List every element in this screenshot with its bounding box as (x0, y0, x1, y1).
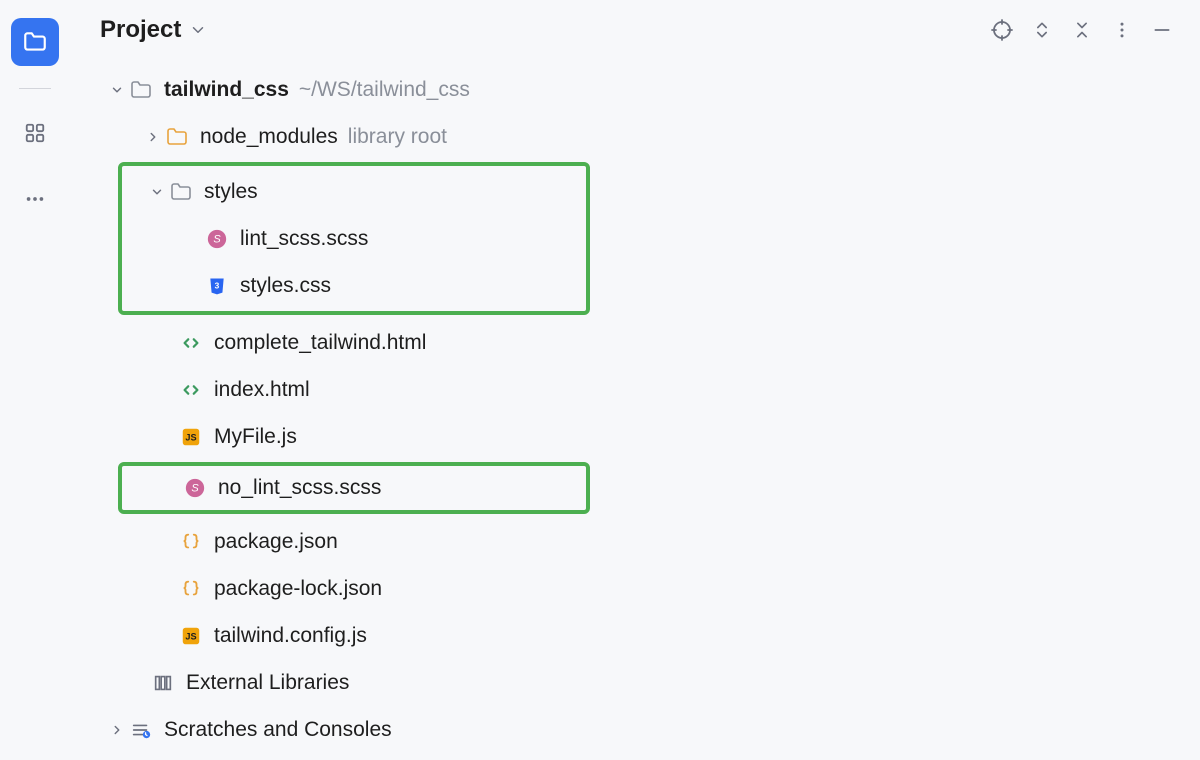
panel-title[interactable]: Project (100, 16, 181, 44)
js-file-icon: JS (178, 424, 204, 450)
tree-node-complete-tailwind[interactable]: complete_tailwind.html (78, 319, 1192, 366)
ellipsis-icon (24, 188, 46, 210)
tree-node-label: node_modules (200, 125, 338, 149)
tree-node-hint: library root (348, 125, 447, 149)
select-opened-file-button[interactable] (984, 12, 1020, 48)
tree-node-styles-folder[interactable]: styles (122, 168, 586, 215)
tree-node-styles-css[interactable]: 3 styles.css (122, 262, 586, 309)
library-folder-icon (164, 124, 190, 150)
rail-separator (19, 88, 51, 89)
tree-node-label: MyFile.js (214, 425, 297, 449)
svg-text:S: S (213, 233, 221, 245)
tree-node-label: styles.css (240, 274, 331, 298)
crosshair-icon (990, 18, 1014, 42)
json-file-icon (178, 576, 204, 602)
hide-panel-button[interactable] (1144, 12, 1180, 48)
folder-icon (128, 77, 154, 103)
collapse-all-button[interactable] (1064, 12, 1100, 48)
highlight-box-no-lint: S no_lint_scss.scss (118, 462, 590, 514)
panel-options-button[interactable] (1104, 12, 1140, 48)
chevron-down-icon[interactable] (106, 83, 128, 97)
chevron-down-icon[interactable] (146, 185, 168, 199)
tree-node-label: tailwind_css (164, 78, 289, 102)
collapse-icon (1072, 20, 1092, 40)
more-tools-button[interactable] (11, 175, 59, 223)
kebab-icon (1112, 20, 1132, 40)
js-file-icon: JS (178, 623, 204, 649)
tree-root-node[interactable]: tailwind_css ~/WS/tailwind_css (78, 66, 1192, 113)
project-tool-button[interactable] (11, 18, 59, 66)
tree-node-label: Scratches and Consoles (164, 718, 392, 742)
tree-node-label: package.json (214, 530, 338, 554)
grid-icon (24, 122, 46, 144)
highlight-box-styles: styles S lint_scss.scss 3 styles.css (118, 162, 590, 315)
tree-node-label: External Libraries (186, 671, 349, 695)
project-tree[interactable]: tailwind_css ~/WS/tailwind_css node_modu… (70, 60, 1200, 753)
tree-node-myfile-js[interactable]: JS MyFile.js (78, 413, 1192, 460)
scratches-icon (128, 717, 154, 743)
chevron-right-icon[interactable] (106, 723, 128, 737)
tree-node-tailwind-config[interactable]: JS tailwind.config.js (78, 612, 1192, 659)
chevron-down-icon[interactable] (189, 21, 207, 39)
tree-node-lint-scss[interactable]: S lint_scss.scss (122, 215, 586, 262)
minimize-icon (1152, 20, 1172, 40)
scss-file-icon: S (204, 226, 230, 252)
tree-node-label: lint_scss.scss (240, 227, 368, 251)
panel-header: Project (70, 0, 1200, 60)
json-file-icon (178, 529, 204, 555)
tree-node-no-lint-scss[interactable]: S no_lint_scss.scss (122, 466, 586, 510)
tree-node-label: tailwind.config.js (214, 624, 367, 648)
svg-text:3: 3 (215, 280, 220, 290)
svg-text:JS: JS (185, 432, 196, 442)
tree-node-label: complete_tailwind.html (214, 331, 426, 355)
scss-file-icon: S (182, 475, 208, 501)
tree-node-label: styles (204, 180, 258, 204)
folder-icon (22, 29, 48, 55)
tree-node-label: no_lint_scss.scss (218, 476, 381, 500)
chevron-right-icon[interactable] (142, 130, 164, 144)
svg-text:S: S (191, 483, 199, 495)
html-file-icon (178, 330, 204, 356)
tool-rail (0, 0, 70, 760)
folder-icon (168, 179, 194, 205)
tree-node-scratches[interactable]: Scratches and Consoles (78, 706, 1192, 753)
structure-tool-button[interactable] (11, 109, 59, 157)
library-icon (150, 670, 176, 696)
tree-node-node_modules[interactable]: node_modules library root (78, 113, 1192, 160)
svg-text:JS: JS (185, 631, 196, 641)
expand-collapse-icon (1032, 20, 1052, 40)
html-file-icon (178, 377, 204, 403)
tree-node-label: index.html (214, 378, 310, 402)
tree-node-index-html[interactable]: index.html (78, 366, 1192, 413)
expand-all-button[interactable] (1024, 12, 1060, 48)
css-file-icon: 3 (204, 273, 230, 299)
tree-node-external-libraries[interactable]: External Libraries (78, 659, 1192, 706)
tree-node-label: package-lock.json (214, 577, 382, 601)
tree-node-package-json[interactable]: package.json (78, 518, 1192, 565)
project-panel: Project (70, 0, 1200, 760)
tree-node-hint: ~/WS/tailwind_css (299, 78, 470, 102)
tree-node-package-lock[interactable]: package-lock.json (78, 565, 1192, 612)
